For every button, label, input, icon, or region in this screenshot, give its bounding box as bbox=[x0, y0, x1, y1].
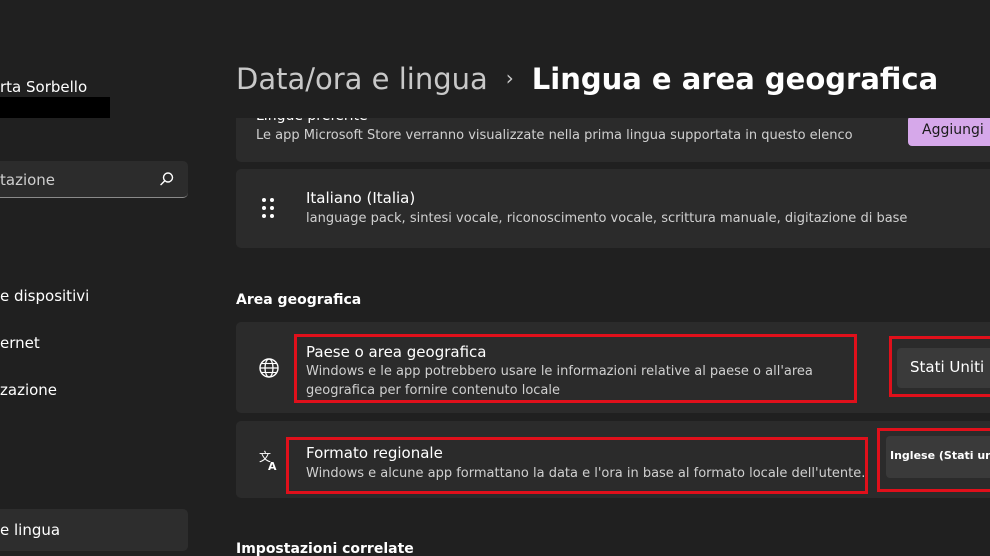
breadcrumb: Data/ora e lingua › Lingua e area geografi… bbox=[236, 62, 938, 96]
sidebar-item-network-internet[interactable]: ernet bbox=[0, 334, 40, 352]
regional-format-title: Formato regionale bbox=[306, 444, 443, 462]
sidebar-item-personalization[interactable]: zazione bbox=[0, 381, 57, 399]
country-region-dropdown[interactable]: Stati Uniti bbox=[897, 348, 990, 388]
related-settings-heading: Impostazioni correlate bbox=[236, 541, 414, 556]
regional-format-dropdown[interactable]: Inglese (Stati uniti bbox=[886, 436, 990, 478]
language-features: language pack, sintesi vocale, riconosci… bbox=[306, 211, 908, 226]
country-region-card: Paese o area geografica Windows e le app… bbox=[236, 322, 990, 413]
regional-format-description: Windows e alcune app formattano la data … bbox=[306, 466, 866, 481]
preferred-languages-card: Lingue preferite Le app Microsoft Store … bbox=[236, 108, 990, 162]
search-icon[interactable] bbox=[158, 170, 176, 188]
search-input[interactable]: tazione bbox=[0, 171, 55, 189]
main-content: Data/ora e lingua › Lingua e area geografi… bbox=[210, 0, 990, 556]
preferred-languages-description: Le app Microsoft Store verranno visualiz… bbox=[256, 128, 853, 143]
sidebar: rta Sorbello tazione e dispositivi ernet… bbox=[0, 0, 210, 556]
add-language-label: Aggiungi bbox=[922, 122, 984, 138]
globe-icon bbox=[259, 358, 279, 378]
preferred-languages-title: Lingue preferite bbox=[256, 108, 368, 124]
sidebar-item-bluetooth-devices[interactable]: e dispositivi bbox=[0, 287, 89, 305]
search-box[interactable]: tazione bbox=[0, 161, 188, 198]
country-region-description-line2: geografica per fornire contenuto locale bbox=[306, 383, 561, 398]
sidebar-item-label: e lingua bbox=[0, 521, 61, 539]
regional-format-card[interactable]: 文 A Formato regionale Windows e alcune a… bbox=[236, 421, 990, 498]
user-name: rta Sorbello bbox=[0, 78, 88, 96]
language-item-italian[interactable]: Italiano (Italia) language pack, sintesi… bbox=[236, 169, 990, 248]
breadcrumb-parent[interactable]: Data/ora e lingua bbox=[236, 62, 488, 96]
country-region-value: Stati Uniti bbox=[910, 358, 985, 376]
svg-text:A: A bbox=[268, 460, 277, 471]
page-title: Lingua e area geografica bbox=[531, 62, 939, 96]
regional-format-value: Inglese (Stati uniti bbox=[890, 449, 990, 462]
add-language-button[interactable]: Aggiungi bbox=[908, 118, 990, 146]
drag-handle-icon[interactable] bbox=[262, 198, 274, 218]
region-section-heading: Area geografica bbox=[236, 292, 362, 308]
language-format-icon: 文 A bbox=[259, 449, 277, 471]
redacted-email bbox=[0, 97, 110, 118]
country-region-title: Paese o area geografica bbox=[306, 343, 487, 361]
chevron-right-icon: › bbox=[505, 66, 514, 90]
country-region-description-line1: Windows e le app potrebbero usare le inf… bbox=[306, 364, 813, 379]
sidebar-item-time-language[interactable]: e lingua bbox=[0, 509, 188, 551]
language-name: Italiano (Italia) bbox=[306, 189, 416, 207]
